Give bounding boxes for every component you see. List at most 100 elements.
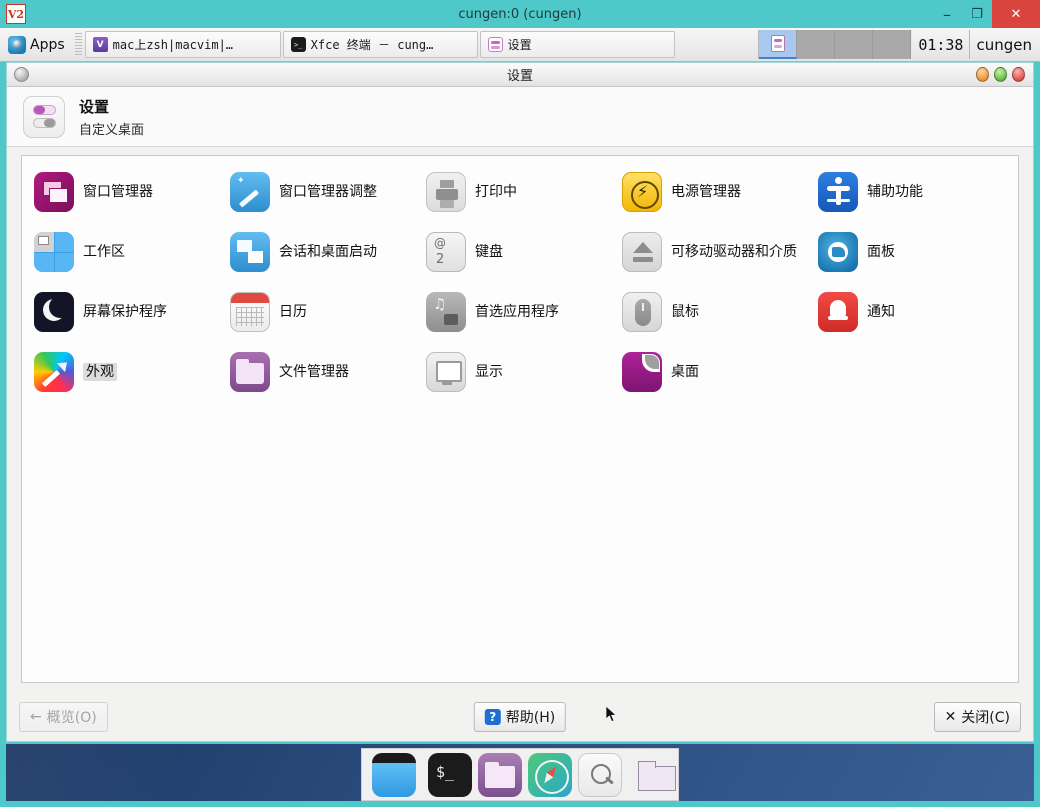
settings-item-label: 打印中 — [475, 183, 517, 200]
session-startup-icon — [230, 232, 270, 272]
apps-menu-label: Apps — [30, 36, 65, 53]
xfce-panel: Apps mac上zsh|macvim|… Xfce 终端 － cung… 设置 — [0, 28, 1040, 62]
help-question-icon: ? — [484, 709, 501, 725]
settings-item-preferred-applications[interactable]: 首选应用程序 — [422, 288, 618, 336]
settings-item-label: 窗口管理器调整 — [279, 183, 377, 200]
removable-drives-icon — [622, 232, 662, 272]
maximize-button[interactable]: ❐ — [962, 0, 992, 28]
apps-menu-icon — [8, 35, 26, 54]
settings-item-workspaces[interactable]: 工作区 — [30, 228, 226, 276]
workspaces-icon — [34, 232, 74, 272]
help-button-label: 帮助(H) — [505, 710, 556, 726]
finder-icon[interactable] — [372, 752, 416, 797]
settings-item-screensaver[interactable]: ✦ 屏幕保护程序 — [30, 288, 226, 336]
task-button-settings[interactable]: 设置 — [479, 31, 675, 58]
browser-icon[interactable] — [528, 752, 572, 797]
settings-item-session-startup[interactable]: 会话和桌面启动 — [226, 228, 422, 276]
task-label: mac上zsh|macvim|… — [112, 38, 234, 52]
settings-toggles-icon — [23, 95, 65, 138]
printing-icon — [426, 172, 466, 212]
settings-item-label: 通知 — [867, 303, 895, 320]
settings-item-label: 显示 — [475, 363, 503, 380]
settings-item-label: 会话和桌面启动 — [279, 243, 377, 260]
desktop-icon — [622, 352, 662, 392]
window-manager-tweaks-icon — [230, 172, 270, 212]
window-tasklist: mac上zsh|macvim|… Xfce 终端 － cung… 设置 — [84, 28, 676, 61]
settings-content-area: 窗口管理器 窗口管理器调整 打印中 电源管理器 — [7, 147, 1033, 693]
workspace-switcher[interactable] — [758, 30, 912, 59]
close-x-icon: ✕ — [944, 709, 957, 725]
settings-item-window-manager-tweaks[interactable]: 窗口管理器调整 — [226, 168, 422, 216]
settings-item-mouse[interactable]: 鼠标 — [618, 288, 814, 336]
calendar-icon — [230, 292, 270, 332]
vnc-desktop: V2 cungen:0 (cungen) – ❐ ✕ Apps mac上zsh|… — [0, 0, 1040, 807]
settings-item-label: 鼠标 — [671, 303, 699, 320]
settings-item-power-manager[interactable]: 电源管理器 — [618, 168, 814, 216]
workspace-cell-2[interactable] — [797, 30, 836, 59]
task-label: 设置 — [507, 38, 532, 52]
display-icon — [426, 352, 466, 392]
settings-item-calendar[interactable]: 日历 — [226, 288, 422, 336]
settings-item-window-manager[interactable]: 窗口管理器 — [30, 168, 226, 216]
accessibility-icon — [818, 172, 858, 212]
folder-icon[interactable] — [634, 753, 678, 797]
task-label: Xfce 终端 － cung… — [310, 38, 434, 52]
settings-item-label: 窗口管理器 — [83, 183, 153, 200]
page-subtitle: 自定义桌面 — [79, 122, 145, 138]
settings-icon-grid: 窗口管理器 窗口管理器调整 打印中 电源管理器 — [30, 168, 1010, 396]
panel-clock[interactable]: 01:38 — [911, 30, 971, 59]
dock — [361, 748, 679, 801]
vim-icon — [92, 37, 108, 52]
appearance-icon — [34, 352, 74, 392]
settings-item-desktop[interactable]: 桌面 — [618, 348, 814, 396]
power-manager-icon — [622, 172, 662, 212]
help-button[interactable]: ? 帮助(H) — [473, 702, 567, 732]
window-manager-icon — [34, 172, 74, 212]
settings-icon-pane: 窗口管理器 窗口管理器调整 打印中 电源管理器 — [21, 155, 1019, 683]
panel-handle[interactable] — [74, 33, 82, 56]
close-dialog-label: 关闭(C) — [961, 710, 1010, 726]
settings-item-keyboard[interactable]: 键盘 — [422, 228, 618, 276]
applications-menu-button[interactable]: Apps — [0, 28, 73, 61]
settings-item-label: 电源管理器 — [671, 183, 741, 200]
settings-window-title: 设置 — [506, 69, 533, 84]
settings-item-file-manager[interactable]: 文件管理器 — [226, 348, 422, 396]
task-button-terminal[interactable]: Xfce 终端 － cung… — [282, 31, 478, 58]
page-title: 设置 — [79, 97, 110, 116]
settings-titlebar: 设置 — [7, 63, 1033, 87]
panel-icon — [818, 232, 858, 272]
workspace-cell-1[interactable] — [759, 30, 798, 59]
toggle-on-glyph — [32, 105, 56, 115]
settings-item-label: 桌面 — [671, 363, 699, 380]
files-icon[interactable] — [478, 752, 522, 797]
settings-item-appearance[interactable]: 外观 — [30, 348, 226, 396]
workspace-window-preview-icon — [770, 35, 785, 52]
minimize-button[interactable]: – — [932, 0, 962, 28]
workspace-cell-4[interactable] — [873, 30, 912, 59]
overview-button-label: 概览(O) — [46, 710, 97, 726]
settings-item-notifications[interactable]: 通知 — [814, 288, 1010, 336]
overview-button[interactable]: ← 概览(O) — [19, 702, 108, 732]
panel-username[interactable]: cungen — [970, 28, 1040, 61]
file-manager-icon — [230, 352, 270, 392]
toggle-off-glyph — [32, 118, 56, 128]
settings-item-panel[interactable]: 面板 — [814, 228, 1010, 276]
vnc-window-controls: – ❐ ✕ — [932, 0, 1040, 28]
settings-item-accessibility[interactable]: 辅助功能 — [814, 168, 1010, 216]
close-button[interactable]: ✕ — [992, 0, 1040, 28]
task-button-vim[interactable]: mac上zsh|macvim|… — [84, 31, 281, 58]
mouse-icon — [622, 292, 662, 332]
workspace-cell-3[interactable] — [835, 30, 874, 59]
settings-item-removable-drives[interactable]: 可移动驱动器和介质 — [618, 228, 814, 276]
terminal-icon[interactable] — [428, 752, 472, 797]
settings-item-display[interactable]: 显示 — [422, 348, 618, 396]
close-dialog-button[interactable]: ✕ 关闭(C) — [933, 702, 1021, 732]
preferred-applications-icon — [426, 292, 466, 332]
settings-item-label: 辅助功能 — [867, 183, 923, 200]
settings-item-label: 外观 — [83, 362, 117, 382]
search-icon[interactable] — [578, 752, 622, 797]
notifications-icon — [818, 292, 858, 332]
settings-item-printing[interactable]: 打印中 — [422, 168, 618, 216]
screensaver-icon: ✦ — [34, 292, 74, 332]
terminal-icon — [290, 37, 306, 52]
